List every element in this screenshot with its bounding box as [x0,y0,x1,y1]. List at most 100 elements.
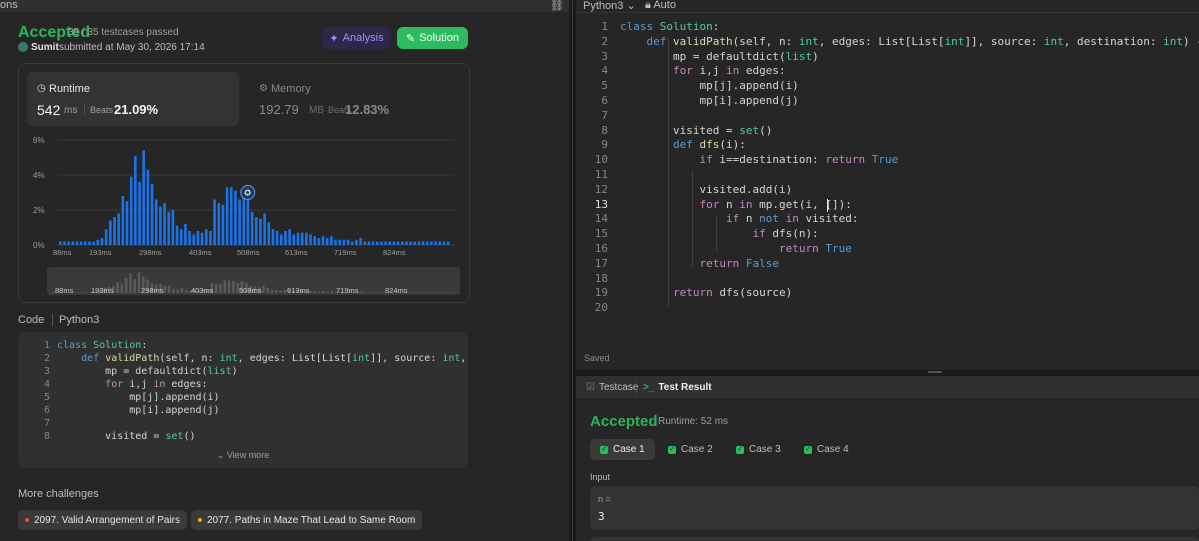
case-label: Case 1 [613,444,645,455]
code-line[interactable]: 14 if n not in visited: [576,212,859,227]
case-tab-3[interactable]: ✓ Case 3 [726,439,791,460]
chart-bar [109,220,112,245]
line-number: 17 [594,256,608,270]
code-line: 4 for i,j in edges: [18,379,208,392]
code-line[interactable]: 12 visited.add(i) [576,183,792,198]
slider-mini-bar [407,292,411,293]
code-line[interactable]: 18 [576,272,620,287]
tab-test-result[interactable]: >_ Test Result [643,382,712,393]
language-select[interactable]: Python3 ⌄ [583,0,636,12]
submission-panel: ons ⛓ Accepted 35 / 35 testcases passed … [0,0,569,541]
chart-bar [292,234,296,245]
line-number: 14 [594,212,608,226]
code-line[interactable]: 8 visited = set() [576,124,772,139]
code-line[interactable]: 9 def dfs(i): [576,138,745,153]
chart-bar [200,232,204,245]
code-token: (self, n: [159,353,220,364]
chart-bar [92,241,95,245]
case-tab-4[interactable]: ✓ Case 4 [794,439,859,460]
code-line: 6 mp[i].append(j) [18,405,220,418]
chart-bar [438,241,442,245]
runtime-distribution-chart[interactable]: 6% 4% 2% 0% 88ms 193ms 298ms 403ms 508ms 613ms 719… [19,64,469,302]
chart-y-tick-label: 4% [33,171,45,180]
analysis-button[interactable]: ✦ Analysis [322,27,391,49]
slider-mini-bar [223,280,227,293]
code-line[interactable]: 4 for i,j in edges: [576,64,785,79]
code-line[interactable]: 19 return dfs(source) [576,286,792,301]
slider-mini-bar [116,282,119,293]
code-line[interactable]: 10 if i==destination: return True [576,153,898,168]
slider-mini-bar [176,289,179,293]
chart-bar [388,241,392,245]
terminal-icon: >_ [643,382,655,393]
auto-mode-toggle[interactable]: 🔒︎ Auto [645,0,676,12]
code-line[interactable]: 17 return False [576,257,779,272]
drag-handle[interactable] [928,371,942,373]
challenge-label: 2097. Valid Arrangement of Pairs [34,514,181,526]
chart-bar [255,217,258,245]
chart-bar [421,241,425,245]
slider-tick-label: 613ms [287,286,310,295]
slider-mini-bar [373,292,377,293]
case-tab-2[interactable]: ✓ Case 2 [658,439,723,460]
code-line[interactable]: 5 mp[j].append(i) [576,79,798,94]
code-line: 3 mp = defaultdict(list) [18,366,238,379]
code-token: list [785,49,813,63]
slider-mini-bar [424,292,428,293]
avatar[interactable] [18,42,28,52]
code-line[interactable]: 20 [576,301,620,316]
slider-tick-label: 719ms [336,286,359,295]
left-tab-title[interactable]: ons [0,0,18,11]
link-icon[interactable]: ⛓ [550,0,564,12]
code-token: n [739,212,760,226]
view-more-label: View more [226,450,270,460]
case-tab-1[interactable]: ✓ Case 1 [590,439,655,460]
code-token: edges: [165,379,208,390]
chart-bar [184,224,187,245]
solution-button[interactable]: ✎ Solution [397,27,468,49]
challenge-chip[interactable]: 2097. Valid Arrangement of Pairs [18,510,188,530]
chart-bar [167,211,171,245]
line-number: 8 [601,123,608,137]
view-more-button[interactable]: ⌄ View more [18,450,468,461]
slider-mini-bar [420,292,424,293]
chart-bar [313,236,316,245]
code-token: validPath [105,353,160,364]
code-token: , edges: List[List[ [818,34,945,48]
chart-bar [284,231,287,245]
chart-x-tick-label: 613ms [285,248,308,257]
line-number: 3 [43,366,50,377]
line-number: 20 [594,301,608,315]
code-line[interactable]: 13 for n in mp.get(i, []): [576,198,852,213]
code-line[interactable]: 11 [576,168,620,183]
tab-testcase[interactable]: ☑ Testcase [586,382,638,393]
line-number: 1 [601,20,608,33]
code-line[interactable]: 3 mp = defaultdict(list) [576,49,818,65]
slider-mini-bar [270,289,274,293]
code-line[interactable]: 6 mp[i].append(j) [576,94,798,109]
slider-mini-bar [232,281,235,293]
chart-bar [225,187,229,245]
code-line[interactable]: 2 def validPath(self, n: int, edges: Lis… [576,35,1199,50]
challenge-chip[interactable]: 2077. Paths in Maze That Lead to Same Ro… [191,510,423,530]
chart-bar [359,238,362,245]
code-token: ) -> [1183,34,1199,48]
code-line[interactable]: 16 return True [576,242,852,257]
code-token: for [699,197,720,211]
chart-bar [330,236,333,245]
vertical-splitter[interactable] [569,0,576,541]
editor-toolbar: Python3 ⌄ 🔒︎ Auto [576,0,1199,13]
code-line[interactable]: 15 if dfs(n): [576,227,819,242]
code-line[interactable]: 7 [576,109,620,124]
chart-bar [250,211,254,245]
chart-y-tick-label: 0% [33,241,45,250]
line-number: 19 [594,286,608,300]
code-editor[interactable]: Python3 ⌄ 🔒︎ Auto 1 class Solution: 2 def … [576,0,1199,370]
author-name[interactable]: Sumit [31,42,59,53]
code-token: not [759,212,779,226]
input-value-box: n = 3 [590,486,1199,530]
slider-mini-bar [433,292,437,293]
code-line[interactable]: 1 class Solution: [576,20,719,35]
